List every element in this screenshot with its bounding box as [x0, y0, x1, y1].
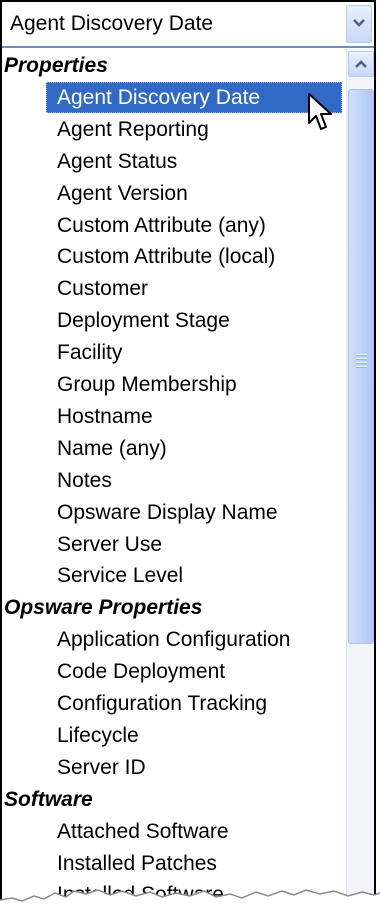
list-option-lifecycle[interactable]: Lifecycle — [57, 720, 139, 751]
list-option-notes[interactable]: Notes — [57, 465, 112, 496]
list-option-attached-software[interactable]: Attached Software — [57, 816, 229, 847]
torn-edge — [0, 889, 380, 913]
scroll-up-button[interactable] — [348, 51, 374, 77]
list-option-agent-discovery-date[interactable]: Agent Discovery Date — [46, 81, 342, 113]
list-option-custom-attribute-any[interactable]: Custom Attribute (any) — [57, 210, 266, 241]
list-option-hostname[interactable]: Hostname — [57, 401, 153, 432]
list-option-agent-reporting[interactable]: Agent Reporting — [57, 114, 209, 145]
group-header-properties: Properties — [4, 54, 108, 77]
list-option-agent-version[interactable]: Agent Version — [57, 178, 188, 209]
list-option-agent-status[interactable]: Agent Status — [57, 146, 177, 177]
scrollbar-thumb[interactable] — [348, 89, 374, 644]
list-option-configuration-tracking[interactable]: Configuration Tracking — [57, 688, 267, 719]
list-option-server-id[interactable]: Server ID — [57, 752, 146, 783]
dropdown-toggle-button[interactable] — [346, 5, 372, 43]
group-header-software: Software — [4, 787, 93, 811]
list-option-application-configuration[interactable]: Application Configuration — [57, 624, 290, 655]
list-option-facility[interactable]: Facility — [57, 337, 122, 368]
mouse-pointer-icon — [308, 93, 332, 130]
dropdown-frame: Agent Discovery Date Properties Agent Dis… — [0, 0, 376, 908]
list-option-code-deployment[interactable]: Code Deployment — [57, 656, 225, 687]
list-option-server-use[interactable]: Server Use — [57, 529, 162, 560]
thumb-grip-icon — [356, 354, 367, 370]
field-select[interactable]: Agent Discovery Date — [2, 2, 374, 48]
chevron-down-icon — [353, 19, 365, 27]
list-option-customer[interactable]: Customer — [57, 273, 148, 304]
chevron-up-icon — [355, 60, 367, 68]
list-option-service-level[interactable]: Service Level — [57, 560, 183, 591]
list-option-custom-attribute-local[interactable]: Custom Attribute (local) — [57, 241, 275, 272]
dropdown-list: Properties Agent Discovery Date Agent Repo… — [2, 49, 342, 908]
field-select-value: Agent Discovery Date — [10, 12, 214, 35]
list-option-name-any[interactable]: Name (any) — [57, 433, 167, 464]
list-option-installed-patches[interactable]: Installed Patches — [57, 848, 217, 879]
group-header-opsware-properties: Opsware Properties — [4, 596, 203, 620]
list-option-group-membership[interactable]: Group Membership — [57, 369, 237, 400]
vertical-scrollbar[interactable] — [346, 49, 374, 908]
list-option-deployment-stage[interactable]: Deployment Stage — [57, 305, 230, 336]
list-option-opsware-display-name[interactable]: Opsware Display Name — [57, 497, 278, 528]
